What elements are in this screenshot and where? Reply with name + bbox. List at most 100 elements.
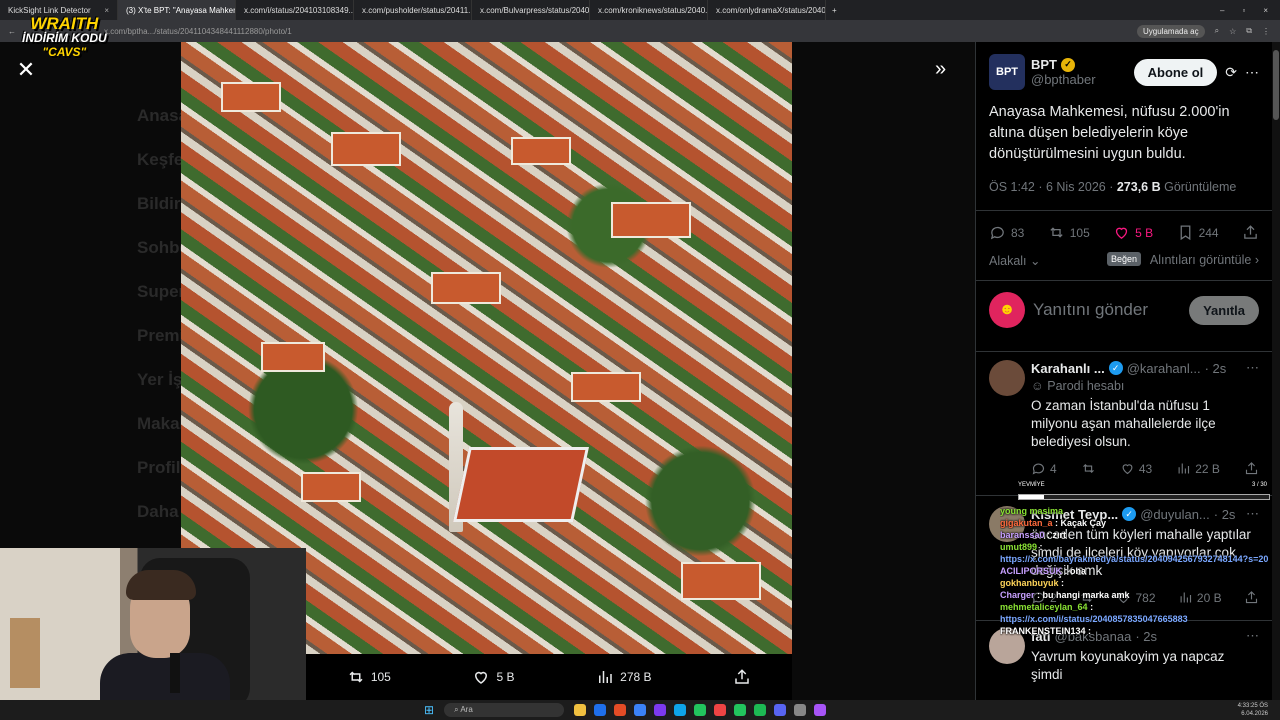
kick-icon[interactable] xyxy=(734,704,747,716)
photo-roof xyxy=(221,82,281,112)
heart-icon xyxy=(1116,227,1128,239)
comment-reply-button[interactable]: 4 xyxy=(1031,461,1057,476)
photo-roof xyxy=(261,342,325,372)
comment-header: Karahanlı ... ✓ @karahanl... · 2s ⋯ xyxy=(1031,360,1259,376)
author-handle[interactable]: @bpthaber xyxy=(1031,72,1096,87)
chrome-icon[interactable] xyxy=(614,704,627,716)
taskbar-search[interactable]: ⌕ Ara xyxy=(444,703,565,717)
bookmark-star-icon[interactable]: ☆ xyxy=(1229,27,1236,36)
windows-start-icon[interactable]: ⊞ xyxy=(424,703,434,717)
browser-tab[interactable]: x.com/i/status/204103108349...× xyxy=(236,0,354,20)
photo-share-button[interactable] xyxy=(733,668,751,686)
my-avatar[interactable]: ☻ xyxy=(989,292,1025,328)
commenter-name[interactable]: Karahanlı ... xyxy=(1031,361,1105,376)
back-icon[interactable]: ← xyxy=(8,27,16,36)
related-dropdown[interactable]: Alakalı ⌄ xyxy=(989,253,1041,268)
comment-text: Yavrum koyunakoyim ya napcaz şimdi xyxy=(1031,649,1225,682)
window-close-icon[interactable]: × xyxy=(1263,6,1268,15)
bookmark-button[interactable]: 244 xyxy=(1177,224,1219,241)
window-controls: – ▫ × xyxy=(1220,6,1280,15)
url-field[interactable]: x.com/bptha.../status/204110434844111288… xyxy=(104,27,1137,36)
commenter-handle[interactable]: @karahanl... xyxy=(1127,361,1201,376)
sponsor-logo: WRAITH İNDİRİM KODU "CAVS" xyxy=(22,14,107,59)
app-icon[interactable] xyxy=(714,704,727,716)
display-name-text: BPT xyxy=(1031,57,1057,72)
post-timestamp[interactable]: ÖS 1:42 · 6 Nis 2026 · xyxy=(989,180,1117,194)
photo-views-button[interactable]: 278 B xyxy=(596,668,652,686)
commenter-avatar[interactable] xyxy=(989,360,1025,396)
photo-like-button[interactable]: 5 B xyxy=(472,668,515,686)
author-avatar[interactable]: BPT xyxy=(989,54,1025,90)
menu-icon[interactable]: ⋮ xyxy=(1262,27,1270,36)
views-chart-icon xyxy=(599,671,612,683)
tab-label: x.com/onlydramaX/status/2040... xyxy=(716,5,826,15)
reply-button[interactable]: 83 xyxy=(989,224,1024,241)
photo-action-bar: 105 5 B 278 B xyxy=(306,654,792,700)
share-button[interactable] xyxy=(1242,224,1259,241)
browser-tab[interactable]: x.com/Bulvarpress/status/2040...× xyxy=(472,0,590,20)
comment-like-button[interactable]: 43 xyxy=(1120,461,1152,476)
author-display-name[interactable]: BPT ✓ xyxy=(1031,57,1096,72)
chat-line: mehmetaliceylan_64 : xyxy=(1000,602,1094,612)
scrollbar-thumb[interactable] xyxy=(1273,50,1279,120)
chat-user: baranssa0 xyxy=(1000,530,1045,540)
comment-share-button[interactable] xyxy=(1244,461,1259,476)
close-photo-icon[interactable]: ✕ xyxy=(14,58,38,82)
divider xyxy=(976,351,1272,352)
stream-goal-count: 3 / 30 xyxy=(1252,482,1268,488)
view-quotes-link[interactable]: Alıntıları görüntüle › xyxy=(1150,253,1259,268)
share-icon xyxy=(735,669,749,684)
post-actions: 83 105 5 B 244 xyxy=(989,224,1259,241)
app-icon[interactable] xyxy=(794,704,807,716)
extensions-icon[interactable]: ⧉ xyxy=(1246,26,1252,36)
collapse-panel-icon[interactable]: » xyxy=(935,58,946,81)
browser-tab[interactable]: x.com/onlydramaX/status/2040...× xyxy=(708,0,826,20)
webcam-microphone xyxy=(170,653,180,693)
new-tab-icon[interactable]: + xyxy=(826,6,843,15)
discord-icon[interactable] xyxy=(774,704,787,716)
like-button[interactable]: 5 B xyxy=(1113,224,1153,241)
follow-button[interactable]: Abone ol xyxy=(1133,58,1218,86)
retweet-button[interactable]: 105 xyxy=(1048,224,1090,241)
reply-bubble-icon xyxy=(990,226,1004,240)
comment-retweet-button[interactable] xyxy=(1081,461,1096,476)
reply-bubble-icon xyxy=(1032,463,1045,475)
app-icon[interactable] xyxy=(694,704,707,716)
tab-label: (3) X'te BPT: "Anayasa Mahkem... xyxy=(126,5,236,15)
more-options-icon[interactable]: ⋯ xyxy=(1246,360,1259,376)
share-icon xyxy=(1244,225,1257,239)
close-tab-icon[interactable]: × xyxy=(104,6,109,15)
retweet-count: 105 xyxy=(1069,225,1090,240)
more-options-icon[interactable]: ⋯ xyxy=(1245,64,1259,81)
app-icon[interactable] xyxy=(654,704,667,716)
taskbar-clock[interactable]: 4:33:25 ÖS 6.04.2026 xyxy=(1238,702,1280,718)
browser-tab-active[interactable]: (3) X'te BPT: "Anayasa Mahkem...× xyxy=(118,0,236,20)
grok-icon[interactable]: ⟳ xyxy=(1225,64,1237,81)
edge-icon[interactable] xyxy=(594,704,607,716)
minimize-icon[interactable]: – xyxy=(1220,6,1224,15)
maximize-icon[interactable]: ▫ xyxy=(1242,6,1245,15)
logo-title: WRAITH xyxy=(30,14,99,33)
app-icon[interactable] xyxy=(674,704,687,716)
file-explorer-icon[interactable] xyxy=(574,704,587,716)
browser-tab[interactable]: x.com/pusholder/status/20411...× xyxy=(354,0,472,20)
zoom-icon[interactable]: ⌕ xyxy=(1215,26,1219,36)
stream-goal-progress xyxy=(1018,494,1270,500)
app-icon[interactable] xyxy=(814,704,827,716)
progress-fill xyxy=(1019,495,1044,499)
spotify-icon[interactable] xyxy=(754,704,767,716)
comment[interactable]: Karahanlı ... ✓ @karahanl... · 2s ⋯ ☺ Parodi… xyxy=(989,360,1259,476)
photo-retweet-button[interactable]: 105 xyxy=(347,668,391,686)
open-in-app-button[interactable]: Uygulamada aç xyxy=(1137,24,1205,38)
verified-blue-icon: ✓ xyxy=(1108,361,1123,375)
retweet-icon xyxy=(1050,227,1063,238)
browser-tab[interactable]: x.com/kroniknews/status/2040...× xyxy=(590,0,708,20)
webcam-person-hair xyxy=(126,570,196,600)
reply-count: 83 xyxy=(1011,225,1025,240)
reply-submit-button[interactable]: Yanıtla xyxy=(1189,295,1259,325)
browser-tab-bar: KickSight Link Detector × (3) X'te BPT: "… xyxy=(0,0,1280,20)
reply-input[interactable]: Yanıtını gönder xyxy=(1033,300,1148,320)
comment-views-button[interactable]: 22 B xyxy=(1176,461,1220,476)
post-meta: ÖS 1:42 · 6 Nis 2026 · 273,6 B Görüntüle… xyxy=(989,180,1236,194)
app-icon[interactable] xyxy=(634,704,647,716)
